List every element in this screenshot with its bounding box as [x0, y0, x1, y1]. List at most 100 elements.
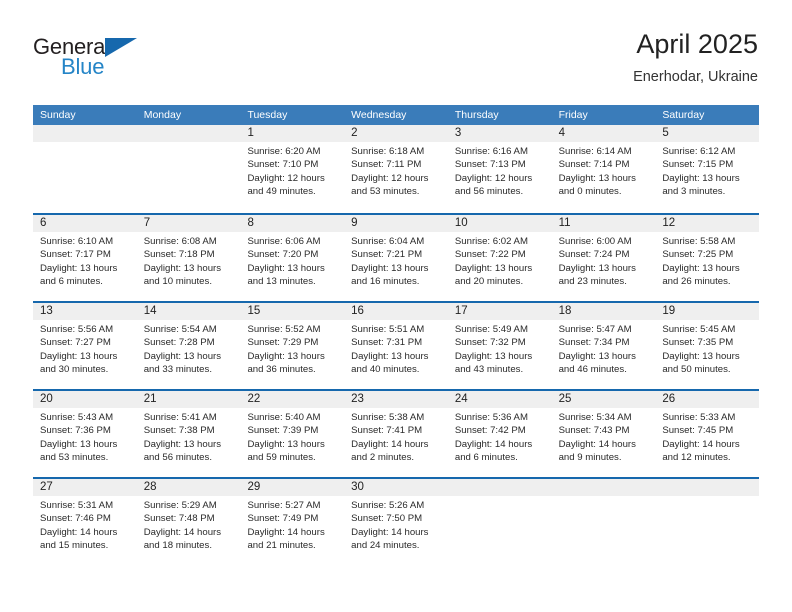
daylight-text-line2: and 6 minutes. [454, 452, 518, 464]
daylight-text-line1: Daylight: 13 hours [454, 350, 533, 362]
sunrise-text: Sunrise: 6:12 AM [662, 146, 736, 157]
day-cell[interactable] [552, 479, 656, 565]
day-cell[interactable]: 6 Sunrise: 6:10 AM Sunset: 7:17 PM Dayli… [33, 215, 137, 301]
day-number: 23 [351, 393, 364, 405]
sunrise-text: Sunrise: 5:40 AM [247, 412, 321, 423]
day-cell[interactable]: 25 Sunrise: 5:34 AM Sunset: 7:43 PM Dayl… [552, 391, 656, 477]
day-cell[interactable]: 27 Sunrise: 5:31 AM Sunset: 7:46 PM Dayl… [33, 479, 137, 565]
day-cell[interactable]: 23 Sunrise: 5:38 AM Sunset: 7:41 PM Dayl… [344, 391, 448, 477]
day-number: 27 [40, 481, 53, 493]
daylight-text-line2: and 46 minutes. [558, 364, 627, 376]
day-cell[interactable] [137, 125, 241, 213]
daylight-text-line2: and 23 minutes. [558, 276, 627, 288]
daylight-text-line1: Daylight: 13 hours [143, 438, 222, 450]
day-cell[interactable]: 9 Sunrise: 6:04 AM Sunset: 7:21 PM Dayli… [344, 215, 448, 301]
day-cell[interactable] [33, 125, 137, 213]
day-cell[interactable]: 3 Sunrise: 6:16 AM Sunset: 7:13 PM Dayli… [448, 125, 552, 213]
sunset-text: Sunset: 7:39 PM [247, 425, 319, 437]
day-cell[interactable]: 24 Sunrise: 5:36 AM Sunset: 7:42 PM Dayl… [448, 391, 552, 477]
day-number: 2 [351, 127, 358, 139]
day-cell[interactable]: 17 Sunrise: 5:49 AM Sunset: 7:32 PM Dayl… [448, 303, 552, 389]
day-cell[interactable]: 28 Sunrise: 5:29 AM Sunset: 7:48 PM Dayl… [137, 479, 241, 565]
week-row: 1 Sunrise: 6:20 AM Sunset: 7:10 PM Dayli… [33, 125, 759, 213]
daylight-text-line2: and 33 minutes. [143, 364, 212, 376]
sunset-text: Sunset: 7:20 PM [247, 249, 319, 261]
weekday-header-row: Sunday Monday Tuesday Wednesday Thursday… [33, 105, 759, 125]
daylight-text-line1: Daylight: 13 hours [40, 262, 118, 274]
day-cell[interactable]: 30 Sunrise: 5:26 AM Sunset: 7:50 PM Dayl… [344, 479, 448, 565]
sunset-text: Sunset: 7:48 PM [143, 513, 215, 525]
sunrise-text: Sunrise: 5:51 AM [351, 324, 425, 335]
daylight-text-line1: Daylight: 14 hours [558, 438, 636, 450]
daylight-text-line1: Daylight: 13 hours [247, 350, 325, 362]
day-cell[interactable]: 26 Sunrise: 5:33 AM Sunset: 7:45 PM Dayl… [655, 391, 759, 477]
brand-logo[interactable]: General Blue [33, 34, 163, 84]
day-cell[interactable]: 29 Sunrise: 5:27 AM Sunset: 7:49 PM Dayl… [240, 479, 344, 565]
sunset-text: Sunset: 7:27 PM [40, 337, 111, 349]
daylight-text-line2: and 59 minutes. [247, 452, 316, 464]
day-cell[interactable]: 11 Sunrise: 6:00 AM Sunset: 7:24 PM Dayl… [552, 215, 656, 301]
day-cell[interactable]: 4 Sunrise: 6:14 AM Sunset: 7:14 PM Dayli… [552, 125, 656, 213]
day-cell[interactable]: 7 Sunrise: 6:08 AM Sunset: 7:18 PM Dayli… [137, 215, 241, 301]
daylight-text-line2: and 0 minutes. [558, 186, 622, 198]
daylight-text-line1: Daylight: 14 hours [662, 438, 740, 450]
daylight-text-line1: Daylight: 13 hours [454, 262, 533, 274]
daylight-text-line2: and 18 minutes. [143, 540, 212, 552]
daylight-text-line1: Daylight: 13 hours [662, 350, 740, 362]
day-number: 19 [662, 305, 676, 317]
sunset-text: Sunset: 7:11 PM [351, 159, 422, 171]
daylight-text-line2: and 43 minutes. [454, 364, 524, 376]
sunrise-text: Sunrise: 5:52 AM [247, 324, 321, 335]
day-cell[interactable]: 14 Sunrise: 5:54 AM Sunset: 7:28 PM Dayl… [137, 303, 241, 389]
brand-name-blue: Blue [61, 54, 105, 79]
day-details: Sunrise: 6:16 AM Sunset: 7:13 PM Dayligh… [455, 145, 548, 199]
daylight-text-line1: Daylight: 13 hours [351, 262, 429, 274]
sunrise-text: Sunrise: 5:26 AM [351, 500, 425, 511]
weekday-header-tuesday: Tuesday [247, 109, 288, 121]
sunrise-text: Sunrise: 5:36 AM [454, 412, 528, 423]
day-details: Sunrise: 6:08 AM Sunset: 7:18 PM Dayligh… [144, 235, 237, 289]
day-cell[interactable] [655, 479, 759, 565]
sunset-text: Sunset: 7:15 PM [662, 159, 734, 171]
daylight-text-line1: Daylight: 13 hours [558, 172, 636, 184]
sunrise-text: Sunrise: 5:33 AM [662, 412, 736, 423]
daylight-text-line2: and 9 minutes. [558, 452, 622, 464]
day-cell[interactable]: 5 Sunrise: 6:12 AM Sunset: 7:15 PM Dayli… [655, 125, 759, 213]
day-cell[interactable]: 18 Sunrise: 5:47 AM Sunset: 7:34 PM Dayl… [552, 303, 656, 389]
day-cell[interactable]: 2 Sunrise: 6:18 AM Sunset: 7:11 PM Dayli… [344, 125, 448, 213]
sunrise-text: Sunrise: 5:29 AM [143, 500, 217, 511]
day-cell[interactable] [448, 479, 552, 565]
sunset-text: Sunset: 7:34 PM [558, 337, 630, 349]
day-cell[interactable]: 1 Sunrise: 6:20 AM Sunset: 7:10 PM Dayli… [240, 125, 344, 213]
day-cell[interactable]: 12 Sunrise: 5:58 AM Sunset: 7:25 PM Dayl… [655, 215, 759, 301]
sunrise-text: Sunrise: 6:04 AM [351, 236, 425, 247]
day-number: 5 [662, 127, 669, 139]
weekday-header-thursday: Thursday [454, 109, 499, 121]
day-cell[interactable]: 15 Sunrise: 5:52 AM Sunset: 7:29 PM Dayl… [240, 303, 344, 389]
daylight-text-line2: and 15 minutes. [40, 540, 109, 552]
daylight-text-line1: Daylight: 13 hours [558, 350, 636, 362]
day-number: 18 [558, 305, 572, 317]
daylight-text-line2: and 49 minutes. [247, 186, 316, 198]
day-cell[interactable]: 20 Sunrise: 5:43 AM Sunset: 7:36 PM Dayl… [33, 391, 137, 477]
daylight-text-line2: and 3 minutes. [662, 186, 726, 198]
day-cell[interactable]: 10 Sunrise: 6:02 AM Sunset: 7:22 PM Dayl… [448, 215, 552, 301]
day-number: 29 [247, 481, 261, 493]
day-details: Sunrise: 5:34 AM Sunset: 7:43 PM Dayligh… [559, 411, 652, 465]
day-cell[interactable]: 8 Sunrise: 6:06 AM Sunset: 7:20 PM Dayli… [240, 215, 344, 301]
day-cell[interactable]: 13 Sunrise: 5:56 AM Sunset: 7:27 PM Dayl… [33, 303, 137, 389]
sunset-text: Sunset: 7:31 PM [351, 337, 423, 349]
calendar-grid: Sunday Monday Tuesday Wednesday Thursday… [33, 105, 759, 565]
sunset-text: Sunset: 7:38 PM [143, 425, 215, 437]
daylight-text-line2: and 56 minutes. [454, 186, 524, 198]
day-cell[interactable]: 16 Sunrise: 5:51 AM Sunset: 7:31 PM Dayl… [344, 303, 448, 389]
daylight-text-line1: Daylight: 14 hours [454, 438, 533, 450]
day-cell[interactable]: 21 Sunrise: 5:41 AM Sunset: 7:38 PM Dayl… [137, 391, 241, 477]
daylight-text-line1: Daylight: 12 hours [454, 172, 533, 184]
sunrise-text: Sunrise: 5:58 AM [662, 236, 736, 247]
day-cell[interactable]: 19 Sunrise: 5:45 AM Sunset: 7:35 PM Dayl… [655, 303, 759, 389]
day-details: Sunrise: 5:41 AM Sunset: 7:38 PM Dayligh… [144, 411, 237, 465]
day-cell[interactable]: 22 Sunrise: 5:40 AM Sunset: 7:39 PM Dayl… [240, 391, 344, 477]
calendar-page: General Blue April 2025 Enerhodar, Ukrai… [0, 0, 792, 612]
day-details: Sunrise: 6:04 AM Sunset: 7:21 PM Dayligh… [351, 235, 444, 289]
